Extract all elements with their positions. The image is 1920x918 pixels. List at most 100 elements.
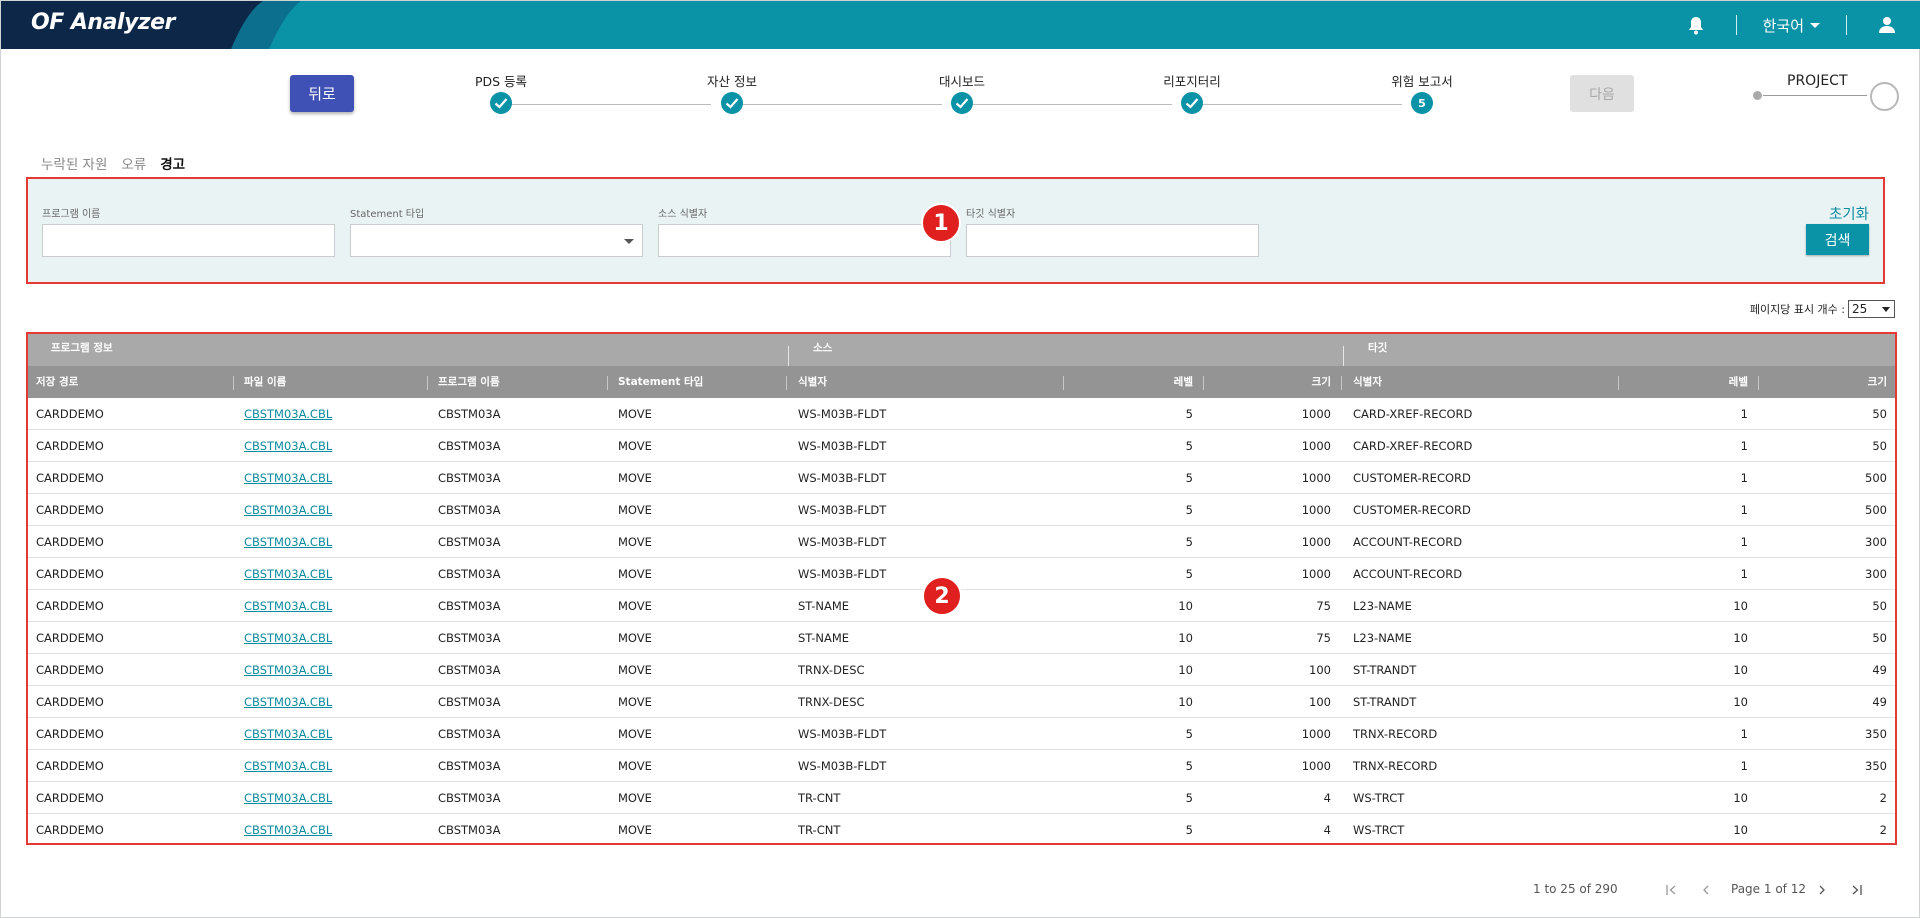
back-button[interactable]: 뒤로 xyxy=(290,75,354,112)
table-row[interactable]: CARDDEMO CBSTM03A.CBL CBSTM03A MOVE WS-M03B-… xyxy=(28,398,1895,430)
cell-file[interactable]: CBSTM03A.CBL xyxy=(244,398,332,430)
search-button[interactable]: 검색 xyxy=(1806,224,1869,255)
col-source-size[interactable]: 크기 xyxy=(1208,366,1331,398)
cell-statement-type: MOVE xyxy=(618,791,652,805)
table-row[interactable]: CARDDEMO CBSTM03A.CBL CBSTM03A MOVE TR-CNT 5 4… xyxy=(28,782,1895,814)
table-row[interactable]: CARDDEMO CBSTM03A.CBL CBSTM03A MOVE WS-M03B-… xyxy=(28,430,1895,462)
cell-file[interactable]: CBSTM03A.CBL xyxy=(244,526,332,558)
step-label: 위험 보고서 xyxy=(1391,74,1453,89)
source-id-input[interactable] xyxy=(658,224,951,257)
col-file[interactable]: 파일 이름 xyxy=(244,366,286,398)
cell-statement-type: MOVE xyxy=(618,535,652,549)
cell-source-level: 5 xyxy=(1185,759,1193,773)
cell-file[interactable]: CBSTM03A.CBL xyxy=(244,814,332,843)
column-divider xyxy=(786,376,787,390)
col-target-level[interactable]: 레벨 xyxy=(1623,366,1748,398)
project-circle[interactable] xyxy=(1870,82,1899,111)
next-button[interactable]: 다음 xyxy=(1570,75,1634,112)
page-size-select[interactable]: 25 xyxy=(1848,300,1895,318)
table-row[interactable]: CARDDEMO CBSTM03A.CBL CBSTM03A MOVE ST-NAME 1… xyxy=(28,622,1895,654)
cell-target-size: 350 xyxy=(1865,727,1887,741)
cell-target-size: 2 xyxy=(1879,823,1887,837)
user-icon[interactable] xyxy=(1867,1,1907,49)
cell-program: CBSTM03A xyxy=(438,407,501,421)
step-asset-info[interactable]: 자산 정보 xyxy=(662,71,802,114)
cell-source-size: 75 xyxy=(1316,631,1331,645)
next-page-icon[interactable] xyxy=(1812,880,1832,900)
table-row[interactable]: CARDDEMO CBSTM03A.CBL CBSTM03A MOVE WS-M03B-… xyxy=(28,558,1895,590)
cell-file[interactable]: CBSTM03A.CBL xyxy=(244,558,332,590)
table-column-header: 저장 경로 파일 이름 프로그램 이름 Statement 타입 식별자 레벨 … xyxy=(28,366,1895,398)
group-source: 소스 xyxy=(813,342,833,354)
cell-file[interactable]: CBSTM03A.CBL xyxy=(244,590,332,622)
cell-path: CARDDEMO xyxy=(36,791,104,805)
statement-type-select[interactable] xyxy=(350,224,643,257)
page-size-value: 25 xyxy=(1852,302,1868,316)
table-row[interactable]: CARDDEMO CBSTM03A.CBL CBSTM03A MOVE TRNX-DES… xyxy=(28,686,1895,718)
reset-link[interactable]: 초기화 xyxy=(1829,203,1869,224)
col-source-level[interactable]: 레벨 xyxy=(1068,366,1193,398)
table-row[interactable]: CARDDEMO CBSTM03A.CBL CBSTM03A MOVE WS-M03B-… xyxy=(28,526,1895,558)
target-id-input[interactable] xyxy=(966,224,1259,257)
table-row[interactable]: CARDDEMO CBSTM03A.CBL CBSTM03A MOVE WS-M03B-… xyxy=(28,462,1895,494)
cell-source-id: WS-M03B-FLDT xyxy=(798,759,887,773)
cell-file[interactable]: CBSTM03A.CBL xyxy=(244,494,332,526)
table-row[interactable]: CARDDEMO CBSTM03A.CBL CBSTM03A MOVE WS-M03B-… xyxy=(28,718,1895,750)
cell-file[interactable]: CBSTM03A.CBL xyxy=(244,686,332,718)
column-divider xyxy=(1063,376,1064,390)
cell-source-id: TR-CNT xyxy=(798,823,841,837)
cell-file[interactable]: CBSTM03A.CBL xyxy=(244,462,332,494)
col-target-size[interactable]: 크기 xyxy=(1763,366,1887,398)
cell-file[interactable]: CBSTM03A.CBL xyxy=(244,718,332,750)
cell-file[interactable]: CBSTM03A.CBL xyxy=(244,782,332,814)
table-row[interactable]: CARDDEMO CBSTM03A.CBL CBSTM03A MOVE WS-M03B-… xyxy=(28,750,1895,782)
cell-path: CARDDEMO xyxy=(36,759,104,773)
table-row[interactable]: CARDDEMO CBSTM03A.CBL CBSTM03A MOVE TRNX-DES… xyxy=(28,654,1895,686)
cell-file[interactable]: CBSTM03A.CBL xyxy=(244,430,332,462)
tab-warnings[interactable]: 경고 xyxy=(160,153,185,173)
table-row[interactable]: CARDDEMO CBSTM03A.CBL CBSTM03A MOVE TR-CNT 5 4… xyxy=(28,814,1895,843)
step-pds-register[interactable]: PDS 등록 xyxy=(431,71,571,114)
cell-target-level: 10 xyxy=(1733,663,1748,677)
table-row[interactable]: CARDDEMO CBSTM03A.CBL CBSTM03A MOVE WS-M03B-… xyxy=(28,494,1895,526)
cell-source-id: WS-M03B-FLDT xyxy=(798,407,887,421)
cell-source-level: 5 xyxy=(1185,471,1193,485)
cell-statement-type: MOVE xyxy=(618,471,652,485)
cell-target-size: 50 xyxy=(1872,599,1887,613)
cell-statement-type: MOVE xyxy=(618,695,652,709)
pagination-page: Page 1 of 12 xyxy=(1731,882,1806,896)
cell-path: CARDDEMO xyxy=(36,599,104,613)
last-page-icon[interactable] xyxy=(1846,880,1866,900)
cell-file[interactable]: CBSTM03A.CBL xyxy=(244,654,332,686)
cell-file[interactable]: CBSTM03A.CBL xyxy=(244,750,332,782)
program-name-input[interactable] xyxy=(42,224,335,257)
cell-target-size: 50 xyxy=(1872,439,1887,453)
col-statement-type[interactable]: Statement 타입 xyxy=(618,366,703,398)
language-selector[interactable]: 한국어 xyxy=(1757,15,1826,36)
col-target-id[interactable]: 식별자 xyxy=(1353,366,1382,398)
cell-file[interactable]: CBSTM03A.CBL xyxy=(244,622,332,654)
tab-errors[interactable]: 오류 xyxy=(121,153,146,173)
cell-program: CBSTM03A xyxy=(438,599,501,613)
cell-path: CARDDEMO xyxy=(36,727,104,741)
col-program[interactable]: 프로그램 이름 xyxy=(438,366,500,398)
cell-program: CBSTM03A xyxy=(438,439,501,453)
tab-missing-resources[interactable]: 누락된 자원 xyxy=(41,153,107,173)
cell-target-size: 350 xyxy=(1865,759,1887,773)
prev-page-icon[interactable] xyxy=(1696,880,1716,900)
group-divider xyxy=(788,346,789,366)
cell-source-id: TRNX-DESC xyxy=(798,663,865,677)
table-group-header: 프로그램 정보 소스 타깃 xyxy=(28,334,1895,366)
source-id-label: 소스 식별자 xyxy=(658,209,708,220)
cell-source-size: 1000 xyxy=(1301,407,1331,421)
cell-target-id: CUSTOMER-RECORD xyxy=(1353,503,1471,517)
bell-icon[interactable] xyxy=(1676,1,1716,49)
col-source-id[interactable]: 식별자 xyxy=(798,366,827,398)
cell-target-level: 1 xyxy=(1740,567,1748,581)
first-page-icon[interactable] xyxy=(1662,880,1682,900)
col-path[interactable]: 저장 경로 xyxy=(36,366,78,398)
step-risk-report[interactable]: 위험 보고서 5 xyxy=(1352,71,1492,114)
step-dashboard[interactable]: 대시보드 xyxy=(892,71,1032,114)
cell-target-id: CARD-XREF-RECORD xyxy=(1353,439,1473,453)
step-repository[interactable]: 리포지터리 xyxy=(1122,71,1262,114)
